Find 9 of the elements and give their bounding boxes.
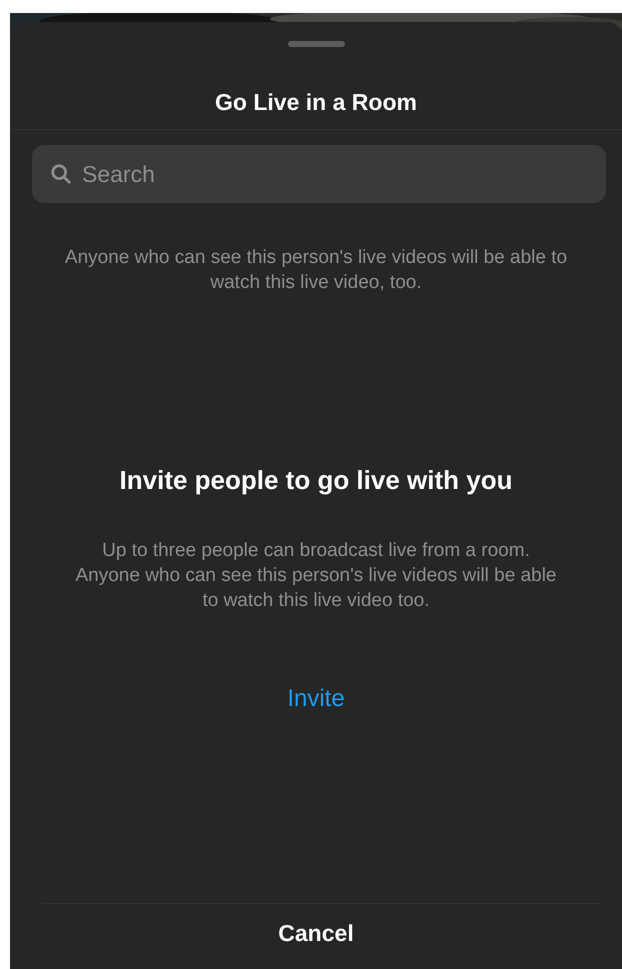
notice-text: Anyone who can see this person's live videos will be able to watch this live video, too. bbox=[64, 246, 568, 295]
empty-state-heading: Invite people to go live with you bbox=[120, 465, 512, 496]
search-icon bbox=[50, 163, 72, 185]
search-field[interactable]: Search bbox=[32, 145, 606, 203]
drag-handle[interactable] bbox=[288, 41, 344, 47]
invite-button[interactable]: Invite bbox=[283, 683, 349, 715]
cancel-button[interactable]: Cancel bbox=[258, 910, 374, 957]
empty-state-description: Up to three people can broadcast live from a room. Anyone who can see this person's live videos will be able to watch this live video too. bbox=[74, 539, 558, 613]
sheet-title: Go Live in a Room bbox=[215, 88, 417, 117]
